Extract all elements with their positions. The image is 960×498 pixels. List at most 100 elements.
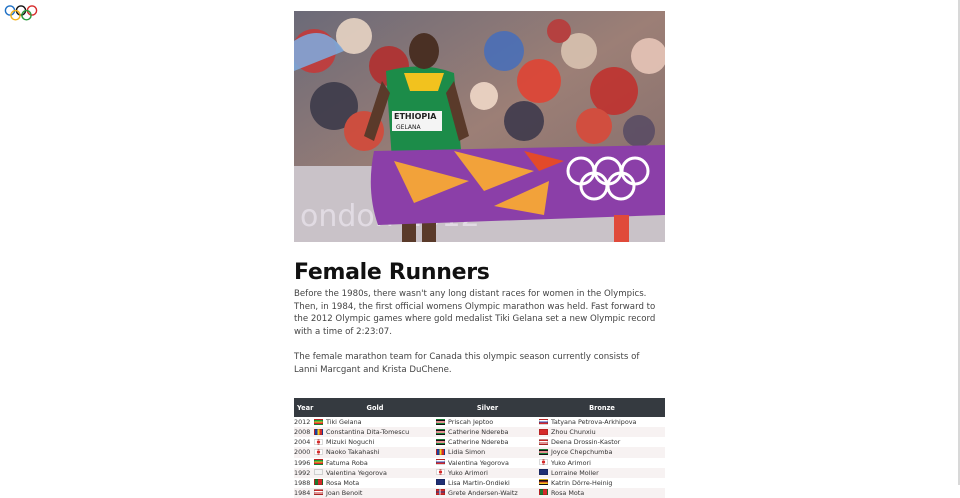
athlete-name: Catherine Ndereba — [448, 428, 509, 437]
unified-flag-icon — [314, 469, 323, 476]
romania-flag-icon — [436, 448, 445, 455]
athlete-name: Lisa Martin-Ondieki — [448, 478, 510, 487]
athlete-name: Katrin Dörre-Heinig — [551, 478, 613, 487]
japan-flag-icon — [314, 438, 323, 445]
kenya-flag-icon — [436, 418, 445, 425]
cell-gold: Constantina Dita-Tomescu — [314, 427, 436, 438]
russia-flag-icon — [539, 418, 548, 425]
cell-bronze: Katrin Dörre-Heinig — [539, 478, 665, 488]
russia-flag-icon — [436, 459, 445, 466]
kenya-flag-icon — [539, 448, 548, 455]
china-flag-icon — [539, 428, 548, 435]
cell-silver: Lidia Simon — [436, 447, 539, 458]
cell-bronze: Rosa Mota — [539, 487, 665, 498]
athlete-name: Zhou Chunxiu — [551, 428, 596, 437]
header-silver: Silver — [436, 398, 539, 418]
athlete-name: Grete Andersen-Waitz — [448, 488, 518, 497]
cell-gold: Mizuki Noguchi — [314, 437, 436, 447]
table-row: 2004 Mizuki Noguchi Catherine Ndereba Deena… — [294, 437, 665, 447]
norway-flag-icon — [436, 489, 445, 496]
hero-photo: ondon 2012 ETHIOPIA GELANA — [294, 11, 665, 242]
ethiopia-flag-icon — [314, 459, 323, 466]
cell-silver: Grete Andersen-Waitz — [436, 487, 539, 498]
cell-gold: Valentina Yegorova — [314, 467, 436, 478]
athlete-name: Constantina Dita-Tomescu — [326, 428, 410, 437]
main-content: ondon 2012 ETHIOPIA GELANA — [294, 11, 665, 498]
cell-gold: Rosa Mota — [314, 478, 436, 488]
table-row: 1996 Fatuma Roba Valentina Yegorova Yuko Ar… — [294, 458, 665, 468]
cell-silver: Valentina Yegorova — [436, 458, 539, 468]
east-germany-flag-icon — [539, 479, 548, 486]
ethiopia-flag-icon — [314, 418, 323, 425]
athlete-name: Naoko Takahashi — [326, 448, 380, 457]
athlete-name: Tatyana Petrova-Arkhipova — [551, 418, 637, 427]
header-bronze: Bronze — [539, 398, 665, 418]
header-gold: Gold — [314, 398, 436, 418]
cell-bronze: Deena Drossin-Kastor — [539, 437, 665, 447]
cell-year: 2000 — [294, 447, 314, 458]
portugal-flag-icon — [539, 489, 548, 496]
usa-flag-icon — [314, 489, 323, 496]
athlete-name: Rosa Mota — [551, 488, 585, 497]
table-row: 2000 Naoko Takahashi Lidia Simon Joyce Chep… — [294, 447, 665, 458]
bib-number: GELANA — [396, 124, 422, 131]
athlete-name: Deena Drossin-Kastor — [551, 438, 621, 447]
cell-bronze: Yuko Arimori — [539, 458, 665, 468]
intro-paragraph: Before the 1980s, there wasn't any long … — [294, 289, 656, 337]
olympic-rings-logo[interactable] — [4, 4, 38, 22]
cell-year: 1992 — [294, 467, 314, 478]
cell-gold: Fatuma Roba — [314, 458, 436, 468]
cell-bronze: Lorraine Moller — [539, 467, 665, 478]
cell-silver: Priscah Jeptoo — [436, 417, 539, 427]
cell-silver: Yuko Arimori — [436, 467, 539, 478]
cell-gold: Joan Benoit — [314, 487, 436, 498]
medal-table-body: 2012 Tiki Gelana Priscah Jeptoo Tatyana Pet… — [294, 417, 665, 498]
athlete-name: Lidia Simon — [448, 448, 486, 457]
japan-flag-icon — [539, 459, 548, 466]
athlete-name: Yuko Arimori — [448, 468, 488, 477]
cell-silver: Catherine Ndereba — [436, 427, 539, 438]
cell-year: 1988 — [294, 478, 311, 487]
cell-bronze: Tatyana Petrova-Arkhipova — [539, 417, 665, 427]
page-title: Female Runners — [294, 260, 490, 285]
team-paragraph: The female marathon team for Canada this… — [294, 351, 640, 375]
athlete-name: Joyce Chepchumba — [551, 448, 613, 457]
athlete-name: Catherine Ndereba — [448, 438, 509, 447]
cell-gold: Naoko Takahashi — [314, 447, 436, 458]
table-header-row: Year Gold Silver Bronze — [294, 398, 665, 418]
table-row: 1992 Valentina Yegorova Yuko Arimori Lorrai… — [294, 467, 665, 478]
athlete-name: Yuko Arimori — [551, 458, 591, 467]
japan-flag-icon — [436, 469, 445, 476]
athlete-name: Joan Benoit — [326, 488, 363, 497]
cell-year: 2008 — [294, 427, 314, 438]
athlete-name: Valentina Yegorova — [326, 468, 387, 477]
cell-bronze: Zhou Chunxiu — [539, 427, 665, 438]
cell-year: 2012 — [294, 418, 311, 427]
table-row: 1988 Rosa Mota Lisa Martin-Ondieki Katrin D… — [294, 478, 665, 488]
athlete-name: Valentina Yegorova — [448, 458, 509, 467]
athlete-name: Mizuki Noguchi — [326, 438, 375, 447]
table-row: 2008 Constantina Dita-Tomescu Catherine Nd… — [294, 427, 665, 438]
table-row: 1984 Joan Benoit Grete Andersen-Waitz Rosa … — [294, 487, 665, 498]
new-zealand-flag-icon — [539, 469, 548, 476]
japan-flag-icon — [314, 448, 323, 455]
cell-silver: Lisa Martin-Ondieki — [436, 478, 539, 488]
header-year: Year — [294, 398, 314, 418]
kenya-flag-icon — [436, 428, 445, 435]
portugal-flag-icon — [314, 479, 323, 486]
romania-flag-icon — [314, 428, 323, 435]
cell-year: 2004 — [294, 438, 311, 447]
athlete-name: Fatuma Roba — [326, 458, 368, 467]
medal-table: Year Gold Silver Bronze 2012 Tiki Gelana P… — [294, 398, 665, 498]
usa-flag-icon — [539, 438, 548, 445]
athlete-name: Lorraine Moller — [551, 468, 599, 477]
cell-bronze: Joyce Chepchumba — [539, 447, 665, 458]
athlete-name: Priscah Jeptoo — [448, 418, 494, 427]
athlete-name: Tiki Gelana — [326, 418, 362, 427]
bib-text: ETHIOPIA — [394, 112, 437, 121]
cell-year: 1996 — [294, 458, 311, 467]
cell-silver: Catherine Ndereba — [436, 437, 539, 447]
cell-year: 1984 — [294, 487, 314, 498]
athlete-name: Rosa Mota — [326, 478, 360, 487]
table-row: 2012 Tiki Gelana Priscah Jeptoo Tatyana Pet… — [294, 417, 665, 427]
